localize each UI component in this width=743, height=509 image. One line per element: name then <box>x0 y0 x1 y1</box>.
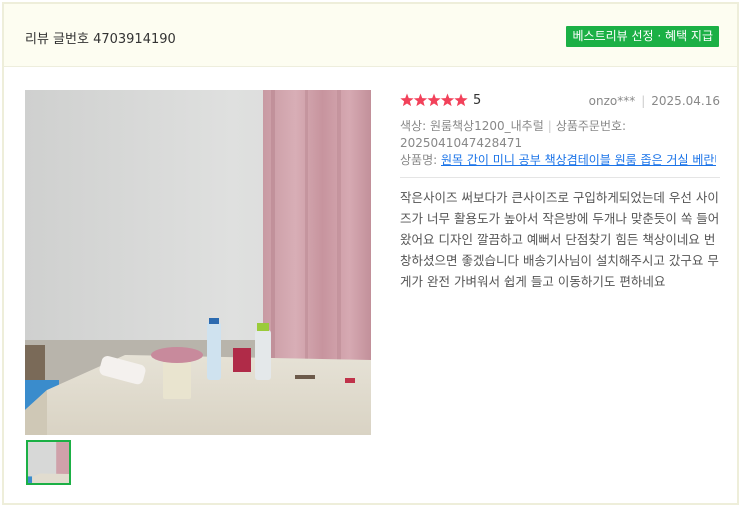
option-divider: | <box>547 119 552 133</box>
product-link[interactable]: 원목 간이 미니 공부 책상겸테이블 원룸 좁은 거실 베란다 1인용 <box>441 153 716 167</box>
option-info: 색상: 원룸책상1200_내추럴 | 상품주문번호: 202504104742847… <box>400 118 720 152</box>
divider <box>400 177 720 178</box>
author-id: onzo*** <box>588 94 636 108</box>
order-number: 2025041047428471 <box>400 136 523 150</box>
star-rating <box>400 93 468 107</box>
author-info: onzo*** | 2025.04.16 <box>589 94 720 108</box>
review-meta: 5 onzo*** | 2025.04.16 <box>400 92 720 110</box>
photo-thumbnail[interactable] <box>26 440 71 485</box>
review-content: 작은사이즈 써보다가 큰사이즈로 구입하게되었는데 우선 사이즈가 너무 활용도… <box>400 190 720 289</box>
review-date: 2025.04.16 <box>651 94 720 108</box>
star-icon <box>440 93 455 107</box>
review-number: 리뷰 글번호 4703914190 <box>25 32 176 47</box>
rating-value: 5 <box>473 93 482 108</box>
option-text: 색상: 원룸책상1200_내추럴 <box>400 119 544 133</box>
star-icon <box>400 93 414 107</box>
star-icon <box>427 93 441 107</box>
review-photo[interactable] <box>25 90 371 435</box>
product-label: 상품명: <box>400 153 438 167</box>
separator: | <box>641 94 646 108</box>
best-review-badge: 베스트리뷰 선정 · 혜택 지급 <box>566 26 719 47</box>
star-icon <box>413 93 428 107</box>
star-icon <box>454 93 468 107</box>
review-header: 리뷰 글번호 4703914190 베스트리뷰 선정 · 혜택 지급 <box>4 4 737 67</box>
order-label: 상품주문번호: <box>555 119 627 133</box>
product-info: 상품명: 원목 간이 미니 공부 책상겸테이블 원룸 좁은 거실 베란다 1인용 <box>400 152 716 169</box>
review-card: 리뷰 글번호 4703914190 베스트리뷰 선정 · 혜택 지급 5 onz… <box>2 2 739 505</box>
thumbnail-image <box>28 442 69 483</box>
